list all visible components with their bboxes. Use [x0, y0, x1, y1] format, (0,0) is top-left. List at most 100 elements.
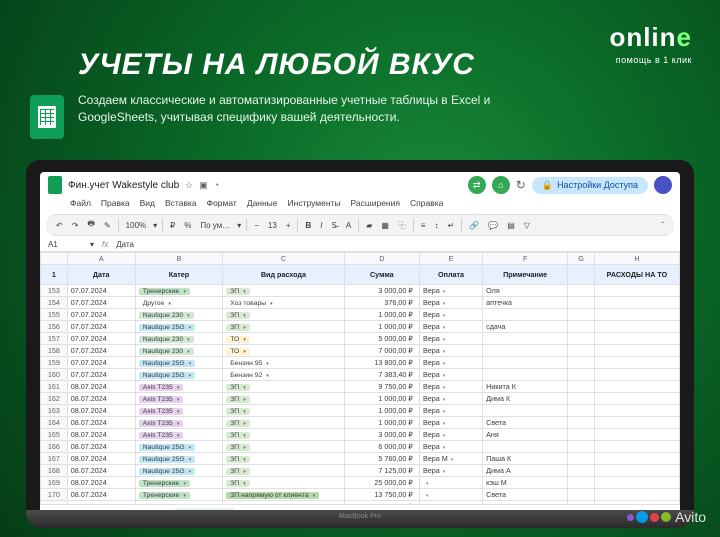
cell-boat[interactable]: Nautique 230 [135, 345, 222, 357]
table-row[interactable]: 16208.07.2024Axis T235ЗП1 000,00 ₽ВераДи… [41, 393, 680, 405]
col-header-E[interactable]: E [419, 253, 482, 265]
cell-cost-type[interactable]: ЗП [223, 321, 344, 333]
cell-boat[interactable]: Axis T235 [135, 381, 222, 393]
table-row[interactable]: 16508.07.2024Axis T235ЗП3 000,00 ₽ВераАн… [41, 429, 680, 441]
cell-sum[interactable]: 1 000,00 ₽ [344, 417, 419, 429]
font-size-plus[interactable]: + [284, 221, 293, 230]
cell-boat[interactable]: Nautique 230 [135, 333, 222, 345]
menu-формат[interactable]: Формат [207, 198, 237, 208]
cell-payment[interactable]: Вера [419, 429, 482, 441]
merge-button[interactable]: ⿻ [396, 220, 408, 231]
row-number[interactable]: 156 [41, 321, 68, 333]
font-size-value[interactable]: 13 [266, 221, 279, 230]
cell-payment[interactable]: Вера [419, 321, 482, 333]
cell-boat[interactable]: Nautique 25G [135, 357, 222, 369]
cell-payment[interactable]: Вера [419, 417, 482, 429]
cell-note[interactable]: Паша К [483, 453, 568, 465]
cell-date[interactable]: 07.07.2024 [67, 333, 135, 345]
zoom-select[interactable]: 100% [124, 221, 148, 230]
cell-date[interactable]: 07.07.2024 [67, 357, 135, 369]
cell-date[interactable]: 07.07.2024 [67, 297, 135, 309]
cell-note[interactable]: Дима А [483, 465, 568, 477]
cell-cost-type[interactable]: Бензин 95 [223, 357, 344, 369]
table-row[interactable]: 16708.07.2024Nautique 25GЗП5 760,00 ₽Вер… [41, 453, 680, 465]
cell-cost-type[interactable]: ЗП [223, 285, 344, 297]
col-header-H[interactable]: H [594, 253, 679, 265]
cell-boat[interactable]: Axis T235 [135, 393, 222, 405]
cell-sum[interactable]: 13 800,00 ₽ [344, 357, 419, 369]
select-all-cell[interactable] [41, 253, 68, 265]
cell-payment[interactable]: Вера [419, 393, 482, 405]
cell-cost-type[interactable]: ЗП [223, 441, 344, 453]
table-row[interactable]: 16308.07.2024Axis T235ЗП1 000,00 ₽Вера [41, 405, 680, 417]
text-color-button[interactable]: A [344, 221, 353, 230]
cell-cost-type[interactable]: Бензин 92 [223, 369, 344, 381]
strike-button[interactable]: S̶ [330, 221, 339, 230]
bold-button[interactable]: B [303, 221, 313, 230]
row-number[interactable]: 167 [41, 453, 68, 465]
cell-date[interactable]: 08.07.2024 [67, 453, 135, 465]
formula-input[interactable]: Дата [116, 240, 134, 249]
row-number[interactable]: 163 [41, 405, 68, 417]
table-row[interactable]: 16808.07.2024Nautique 25GЗП7 125,00 ₽Вер… [41, 465, 680, 477]
cell-date[interactable]: 08.07.2024 [67, 489, 135, 501]
cell-boat[interactable]: Тренерские [135, 477, 222, 489]
col-header-B[interactable]: B [135, 253, 222, 265]
cell-note[interactable]: кэш М [483, 477, 568, 489]
cell-sum[interactable]: 7 383,40 ₽ [344, 369, 419, 381]
cell-cost-type[interactable]: ЗП [223, 465, 344, 477]
cell-boat[interactable]: Nautique 25G [135, 321, 222, 333]
cell-note[interactable] [483, 309, 568, 321]
row-number[interactable]: 164 [41, 417, 68, 429]
cell-sum[interactable]: 3 000,00 ₽ [344, 429, 419, 441]
cell-sum[interactable]: 1 000,00 ₽ [344, 321, 419, 333]
cell-date[interactable]: 08.07.2024 [67, 417, 135, 429]
cell-note[interactable]: Дима К [483, 393, 568, 405]
wrap-button[interactable]: ↵ [446, 221, 457, 230]
row-number[interactable]: 168 [41, 465, 68, 477]
cell-sum[interactable]: 7 125,00 ₽ [344, 465, 419, 477]
cell-sum[interactable]: 1 000,00 ₽ [344, 405, 419, 417]
table-row[interactable]: 15607.07.2024Nautique 25GЗП1 000,00 ₽Вер… [41, 321, 680, 333]
cell-payment[interactable]: Вера [419, 441, 482, 453]
cell-sum[interactable]: 9 750,00 ₽ [344, 381, 419, 393]
link-button[interactable]: 🔗 [467, 221, 481, 230]
col-header-boat[interactable]: Катер [135, 265, 222, 285]
print-button[interactable]: 🖶 [85, 218, 97, 232]
presence-avatar-2[interactable]: ⌂ [492, 176, 510, 194]
valign-button[interactable]: ↕ [433, 221, 441, 230]
cell-note[interactable]: Света [483, 489, 568, 501]
collapse-toolbar-button[interactable]: ˆ [659, 221, 666, 230]
col-header-G[interactable]: G [568, 253, 595, 265]
cell-payment[interactable]: Вера [419, 297, 482, 309]
table-row[interactable]: 16908.07.2024ТренерскиеЗП25 000,00 ₽кэш … [41, 477, 680, 489]
table-row[interactable]: 15307.07.2024ТренерскиеЗП3 000,00 ₽ВераО… [41, 285, 680, 297]
cell-date[interactable]: 08.07.2024 [67, 405, 135, 417]
col-header-A[interactable]: A [67, 253, 135, 265]
cell-payment[interactable]: Вера М [419, 453, 482, 465]
font-select[interactable]: По ум… [198, 221, 232, 230]
col-header-payment[interactable]: Оплата [419, 265, 482, 285]
cell-cost-type[interactable]: ЗП [223, 453, 344, 465]
filter-button[interactable]: ▽ [522, 221, 532, 230]
cell-cost-type[interactable]: ЗП [223, 477, 344, 489]
cell-note[interactable]: сдача [483, 321, 568, 333]
cell-payment[interactable] [419, 489, 482, 501]
cell-date[interactable]: 07.07.2024 [67, 345, 135, 357]
spreadsheet-grid[interactable]: ABCDEFGH 1 Дата Катер Вид расхода Сумма … [40, 252, 680, 504]
row-number[interactable]: 160 [41, 369, 68, 381]
menu-справка[interactable]: Справка [410, 198, 443, 208]
cell-cost-type[interactable]: ЗП [223, 309, 344, 321]
col-header-date[interactable]: Дата [67, 265, 135, 285]
row-number[interactable]: 155 [41, 309, 68, 321]
col-header-D[interactable]: D [344, 253, 419, 265]
cell-boat[interactable]: Nautique 25G [135, 441, 222, 453]
cell-payment[interactable] [419, 477, 482, 489]
cell-date[interactable]: 07.07.2024 [67, 309, 135, 321]
undo-button[interactable]: ↶ [54, 221, 65, 230]
cell-date[interactable]: 08.07.2024 [67, 441, 135, 453]
menu-данные[interactable]: Данные [247, 198, 278, 208]
doc-type-icon[interactable] [48, 176, 62, 194]
cell-sum[interactable]: 5 760,00 ₽ [344, 453, 419, 465]
menu-правка[interactable]: Правка [101, 198, 130, 208]
